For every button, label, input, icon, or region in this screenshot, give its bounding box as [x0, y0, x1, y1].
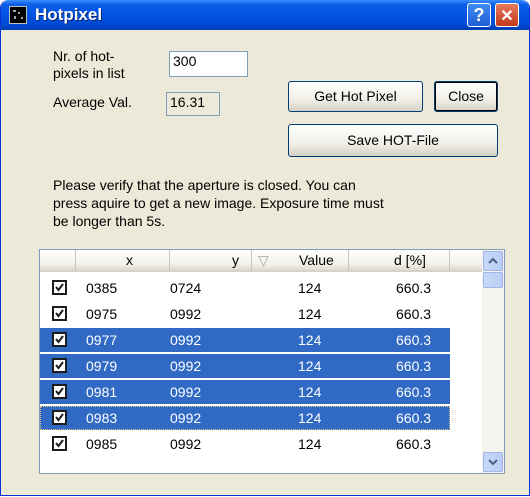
column-header-y[interactable]: y [170, 250, 252, 270]
cell-y: 0724 [170, 280, 202, 296]
cell-x: 0985 [86, 436, 118, 452]
cell-x: 0975 [86, 306, 118, 322]
list-header: x y ▽ Value d [%] [40, 250, 484, 272]
save-hot-file-button[interactable]: Save HOT-File [288, 124, 498, 157]
cell-value: 124 [298, 306, 322, 322]
close-window-button[interactable]: ✕ [495, 3, 519, 27]
help-button[interactable]: ? [467, 3, 491, 27]
row-checkbox[interactable] [52, 436, 67, 451]
sort-icon: ▽ [258, 252, 269, 268]
cell-y: 0992 [170, 410, 202, 426]
table-row[interactable]: 0983 0992 124 660.3 [40, 406, 450, 430]
cell-d: 660.3 [396, 332, 432, 348]
check-icon [55, 439, 64, 448]
window-title: Hotpixel [35, 5, 103, 24]
cell-value: 124 [298, 358, 322, 374]
table-row[interactable]: 0385 0724 124 660.3 [40, 276, 450, 300]
cell-value: 124 [298, 280, 322, 296]
cell-x: 0981 [86, 384, 118, 400]
cell-value: 124 [298, 410, 322, 426]
cell-x: 0979 [86, 358, 118, 374]
column-header-value[interactable]: ▽ Value [252, 250, 349, 270]
hotpixel-list[interactable]: x y ▽ Value d [%] 0385 0724 124 660.3 0975 09… [39, 249, 505, 474]
table-row[interactable]: 0977 0992 124 660.3 [40, 328, 450, 352]
cell-d: 660.3 [396, 306, 432, 322]
chevron-down-icon [488, 459, 498, 466]
table-row[interactable]: 0975 0992 124 660.3 [40, 302, 450, 326]
check-icon [55, 283, 64, 292]
cell-d: 660.3 [396, 436, 432, 452]
scroll-thumb[interactable] [483, 272, 503, 288]
check-icon [55, 387, 64, 396]
cell-y: 0992 [170, 436, 202, 452]
cell-y: 0992 [170, 384, 202, 400]
cell-d: 660.3 [396, 410, 432, 426]
hotpixels-count-input[interactable]: 300 [169, 51, 248, 77]
cell-y: 0992 [170, 332, 202, 348]
row-checkbox[interactable] [52, 306, 67, 321]
cell-x: 0385 [86, 280, 118, 296]
app-icon[interactable] [9, 6, 27, 24]
scroll-up-button[interactable] [483, 251, 503, 271]
cell-d: 660.3 [396, 280, 432, 296]
check-icon [55, 361, 64, 370]
row-checkbox[interactable] [52, 358, 67, 373]
hotpixels-label: Nr. of hot- pixels in list [53, 48, 125, 81]
scroll-down-button[interactable] [483, 452, 503, 472]
column-header-x[interactable]: x [76, 250, 170, 270]
close-icon: ✕ [500, 8, 514, 25]
column-header-check[interactable] [40, 250, 76, 270]
hotpixel-dialog: Hotpixel ? ✕ Nr. of hot- pixels in list … [0, 0, 530, 496]
average-label: Average Val. [53, 94, 132, 110]
vertical-scrollbar[interactable] [482, 250, 504, 473]
cell-value: 124 [298, 384, 322, 400]
check-icon [55, 413, 64, 422]
cell-y: 0992 [170, 358, 202, 374]
table-row[interactable]: 0979 0992 124 660.3 [40, 354, 450, 378]
cell-d: 660.3 [396, 358, 432, 374]
cell-x: 0983 [86, 410, 118, 426]
cell-value: 124 [298, 332, 322, 348]
help-icon: ? [473, 5, 485, 25]
chevron-up-icon [488, 257, 498, 264]
row-checkbox[interactable] [52, 332, 67, 347]
table-row[interactable]: 0981 0992 124 660.3 [40, 380, 450, 404]
row-checkbox[interactable] [52, 410, 67, 425]
get-hot-pixel-button[interactable]: Get Hot Pixel [288, 81, 423, 112]
title-bar[interactable]: Hotpixel ? ✕ [1, 0, 529, 30]
row-checkbox[interactable] [52, 384, 67, 399]
cell-d: 660.3 [396, 384, 432, 400]
instruction-message: Please verify that the aperture is close… [53, 177, 384, 229]
check-icon [55, 335, 64, 344]
cell-x: 0977 [86, 332, 118, 348]
average-value-field: 16.31 [166, 92, 220, 116]
row-checkbox[interactable] [52, 280, 67, 295]
cell-value: 124 [298, 436, 322, 452]
column-header-d[interactable]: d [%] [349, 250, 450, 270]
cell-y: 0992 [170, 306, 202, 322]
table-row[interactable]: 0985 0992 124 660.3 [40, 432, 450, 456]
close-button[interactable]: Close [434, 81, 498, 112]
check-icon [55, 309, 64, 318]
